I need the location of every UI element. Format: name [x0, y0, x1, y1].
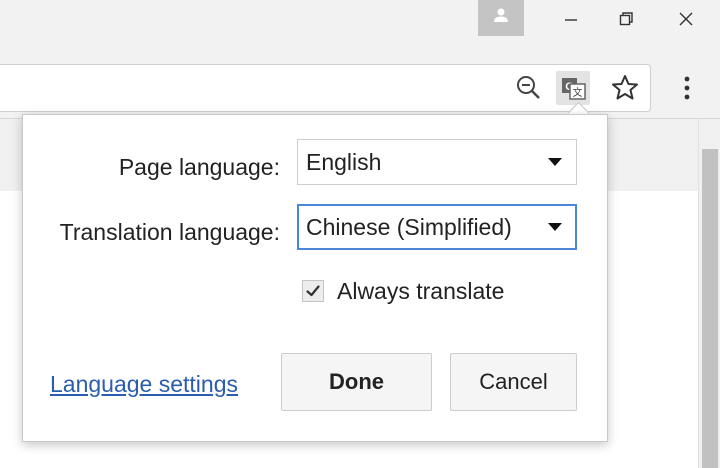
person-icon: [494, 8, 508, 22]
translation-language-label: Translation language:: [59, 219, 280, 245]
done-button[interactable]: Done: [281, 353, 432, 411]
restore-button[interactable]: [606, 6, 646, 32]
translate-bubble: Page language: English Translation langu…: [22, 114, 608, 442]
bookmark-button[interactable]: [608, 71, 642, 105]
restore-icon: [619, 12, 633, 26]
zoom-out-icon: [517, 76, 540, 99]
browser-toolbar: G 文: [0, 54, 720, 119]
minimize-button[interactable]: [551, 6, 591, 32]
translate-icon: G 文: [562, 78, 586, 100]
zoom-button[interactable]: [512, 71, 546, 105]
svg-text:文: 文: [573, 86, 583, 99]
close-icon: [679, 12, 693, 26]
language-settings-link[interactable]: Language settings: [50, 371, 238, 398]
page-language-value: English: [306, 149, 382, 175]
address-bar[interactable]: [0, 64, 651, 112]
star-icon: [612, 75, 638, 100]
more-vertical-icon: [684, 76, 690, 100]
chevron-down-icon: [548, 223, 562, 231]
close-button[interactable]: [666, 6, 706, 32]
minimize-icon: [565, 19, 577, 21]
chevron-down-icon: [548, 158, 562, 166]
menu-button[interactable]: [670, 71, 704, 105]
profile-button[interactable]: [478, 0, 524, 36]
translation-language-select[interactable]: Chinese (Simplified): [297, 204, 577, 250]
page-language-select[interactable]: English: [297, 139, 577, 185]
checkmark-icon: [306, 285, 320, 297]
translate-button[interactable]: G 文: [556, 71, 590, 105]
translation-language-value: Chinese (Simplified): [306, 214, 512, 240]
scrollbar-thumb[interactable]: [702, 149, 718, 468]
title-bar: [0, 0, 720, 54]
scrollbar[interactable]: [698, 119, 720, 468]
page-language-label: Page language:: [118, 154, 280, 180]
always-translate-checkbox[interactable]: [302, 280, 324, 302]
cancel-button[interactable]: Cancel: [450, 353, 577, 411]
always-translate-label: Always translate: [337, 278, 505, 304]
